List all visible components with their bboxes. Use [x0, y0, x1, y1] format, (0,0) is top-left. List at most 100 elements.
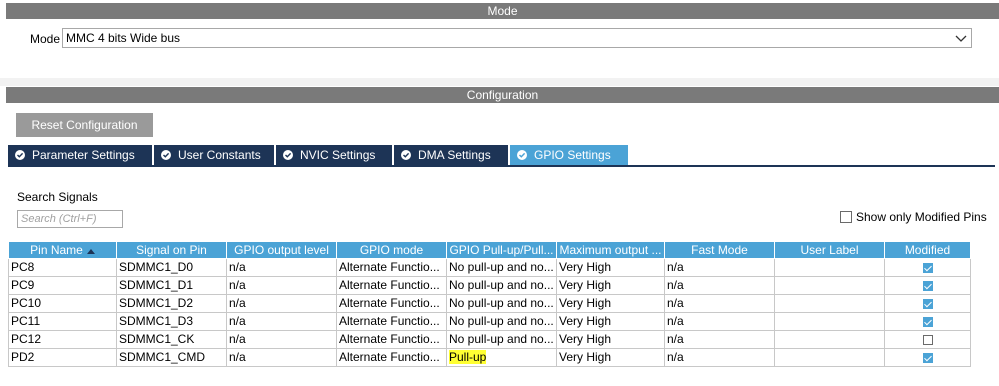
table-row[interactable]: PC12 SDMMC1_CK n/a Alternate Functio... …: [8, 330, 971, 349]
modified-checkbox[interactable]: [922, 316, 933, 327]
mode-select[interactable]: MMC 4 bits Wide bus: [62, 28, 972, 48]
pin-name-cell: PC12: [8, 330, 117, 349]
table-header-row: Pin Name Signal on Pin GPIO output level…: [8, 241, 971, 259]
check-circle-icon: [401, 150, 411, 160]
signal-cell: SDMMC1_D1: [116, 276, 227, 295]
gpio-mode-cell: Alternate Functio...: [336, 294, 447, 313]
fast-mode-cell: n/a: [664, 276, 775, 295]
max-output-cell: Very High: [556, 294, 665, 313]
max-output-cell: Very High: [556, 312, 665, 331]
output-level-cell: n/a: [226, 258, 337, 277]
column-header-label: Pin Name: [30, 243, 83, 257]
modified-cell: [884, 330, 971, 349]
tab-user-constants[interactable]: User Constants: [154, 145, 274, 165]
modified-checkbox[interactable]: [922, 352, 933, 363]
table-row[interactable]: PC8 SDMMC1_D0 n/a Alternate Functio... N…: [8, 258, 971, 277]
user-label-cell[interactable]: [774, 348, 885, 367]
modified-cell: [884, 348, 971, 367]
tab-underline: [8, 165, 995, 167]
tab-gpio-settings[interactable]: GPIO Settings: [510, 145, 628, 165]
tab-label: GPIO Settings: [534, 148, 611, 162]
max-output-cell: Very High: [556, 276, 665, 295]
pull-cell: No pull-up and no...: [446, 330, 557, 349]
tab-label: Parameter Settings: [32, 148, 135, 162]
user-label-cell[interactable]: [774, 258, 885, 277]
pull-cell: No pull-up and no...: [446, 294, 557, 313]
max-output-cell: Very High: [556, 330, 665, 349]
tab-dma-settings[interactable]: DMA Settings: [394, 145, 508, 165]
column-header-signal-on-pin[interactable]: Signal on Pin: [116, 241, 227, 259]
fast-mode-cell: n/a: [664, 294, 775, 313]
column-header-gpio-pull[interactable]: GPIO Pull-up/Pull...: [446, 241, 557, 259]
tab-nvic-settings[interactable]: NVIC Settings: [276, 145, 392, 165]
show-only-modified-label: Show only Modified Pins: [856, 210, 987, 224]
column-header-maximum-output[interactable]: Maximum output ...: [556, 241, 665, 259]
gpio-mode-cell: Alternate Functio...: [336, 312, 447, 331]
pull-cell: No pull-up and no...: [446, 312, 557, 331]
fast-mode-cell: n/a: [664, 348, 775, 367]
max-output-cell: Very High: [556, 348, 665, 367]
chevron-down-icon: [954, 30, 968, 46]
modified-checkbox[interactable]: [922, 298, 933, 309]
modified-checkbox[interactable]: [922, 280, 933, 291]
configuration-panel: Reset Configuration Parameter Settings U…: [6, 103, 999, 386]
modified-cell: [884, 276, 971, 295]
tab-parameter-settings[interactable]: Parameter Settings: [8, 145, 152, 165]
gpio-mode-cell: Alternate Functio...: [336, 258, 447, 277]
tab-label: NVIC Settings: [300, 148, 376, 162]
fast-mode-cell: n/a: [664, 258, 775, 277]
table-row[interactable]: PC10 SDMMC1_D2 n/a Alternate Functio... …: [8, 294, 971, 313]
check-circle-icon: [161, 150, 171, 160]
output-level-cell: n/a: [226, 312, 337, 331]
column-header-gpio-mode[interactable]: GPIO mode: [336, 241, 447, 259]
gpio-pin-table: Pin Name Signal on Pin GPIO output level…: [8, 241, 971, 367]
pull-cell: No pull-up and no...: [446, 276, 557, 295]
check-circle-icon: [517, 150, 527, 160]
user-label-cell[interactable]: [774, 294, 885, 313]
pull-cell: No pull-up and no...: [446, 258, 557, 277]
reset-configuration-button[interactable]: Reset Configuration: [16, 113, 153, 137]
checkbox-box[interactable]: [840, 211, 852, 223]
table-row[interactable]: PD2 SDMMC1_CMD n/a Alternate Functio... …: [8, 348, 971, 367]
mode-select-value: MMC 4 bits Wide bus: [66, 31, 181, 45]
user-label-cell[interactable]: [774, 276, 885, 295]
pull-up-highlight: Pull-up: [449, 350, 487, 364]
max-output-cell: Very High: [556, 258, 665, 277]
fast-mode-cell: n/a: [664, 330, 775, 349]
signal-cell: SDMMC1_CK: [116, 330, 227, 349]
fast-mode-cell: n/a: [664, 312, 775, 331]
column-header-fast-mode[interactable]: Fast Mode: [664, 241, 775, 259]
table-row[interactable]: PC9 SDMMC1_D1 n/a Alternate Functio... N…: [8, 276, 971, 295]
pin-name-cell: PD2: [8, 348, 117, 367]
pin-name-cell: PC9: [8, 276, 117, 295]
tab-label: DMA Settings: [418, 148, 491, 162]
modified-checkbox[interactable]: [922, 262, 933, 273]
column-header-modified[interactable]: Modified: [884, 241, 971, 259]
column-header-pin-name[interactable]: Pin Name: [8, 241, 117, 259]
gpio-mode-cell: Alternate Functio...: [336, 276, 447, 295]
user-label-cell[interactable]: [774, 330, 885, 349]
output-level-cell: n/a: [226, 348, 337, 367]
user-label-cell[interactable]: [774, 312, 885, 331]
signal-cell: SDMMC1_CMD: [116, 348, 227, 367]
sort-asc-icon: [86, 243, 95, 258]
output-level-cell: n/a: [226, 294, 337, 313]
modified-cell: [884, 312, 971, 331]
mode-panel: Mode MMC 4 bits Wide bus: [6, 20, 999, 79]
signal-cell: SDMMC1_D0: [116, 258, 227, 277]
modified-checkbox[interactable]: [922, 334, 933, 345]
signal-cell: SDMMC1_D2: [116, 294, 227, 313]
search-input[interactable]: [17, 210, 123, 228]
check-circle-icon: [283, 150, 293, 160]
column-header-gpio-output-level[interactable]: GPIO output level: [226, 241, 337, 259]
mode-label: Mode: [30, 32, 61, 46]
gpio-mode-cell: Alternate Functio...: [336, 348, 447, 367]
tab-label: User Constants: [178, 148, 261, 162]
pin-name-cell: PC11: [8, 312, 117, 331]
column-header-user-label[interactable]: User Label: [774, 241, 885, 259]
output-level-cell: n/a: [226, 276, 337, 295]
table-row[interactable]: PC11 SDMMC1_D3 n/a Alternate Functio... …: [8, 312, 971, 331]
gpio-mode-cell: Alternate Functio...: [336, 330, 447, 349]
signal-cell: SDMMC1_D3: [116, 312, 227, 331]
check-circle-icon: [15, 150, 25, 160]
